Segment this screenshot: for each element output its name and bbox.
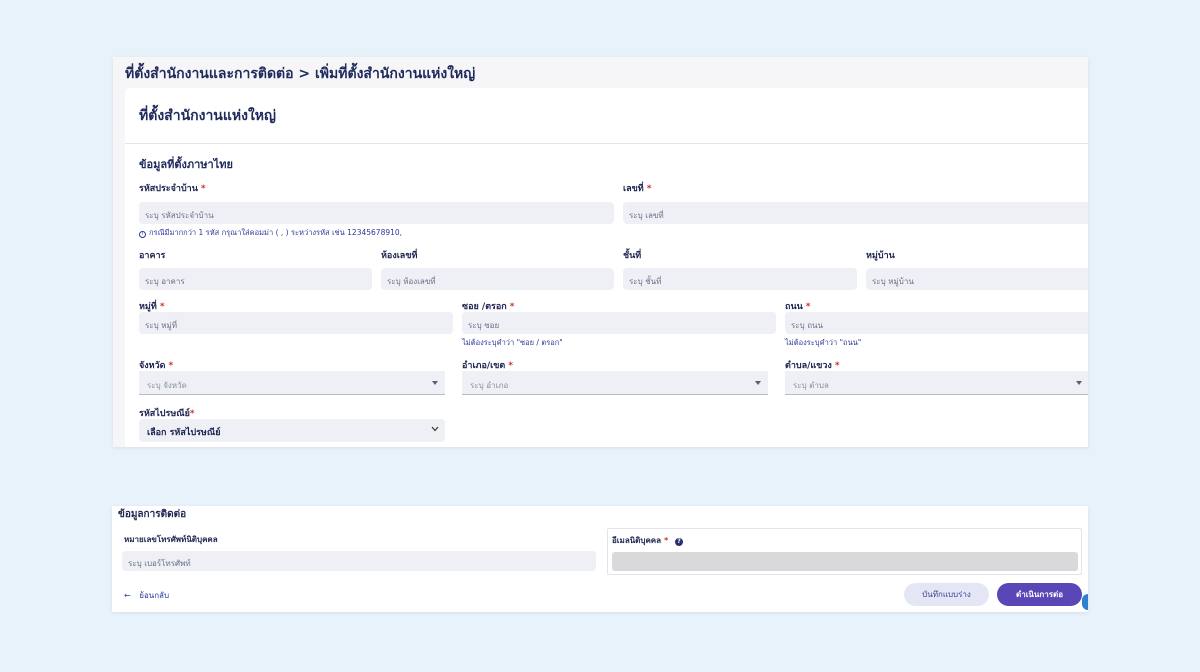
arrow-left-icon: ← [124,591,131,600]
moo-input[interactable]: ระบุ หมู่ที่ [139,312,453,334]
house-no-input[interactable]: ระบุ เลขที่ [623,202,1088,224]
floor-label: ชั้นที่ [623,251,642,261]
road-hint: ไม่ต้องระบุคำว่า "ถนน" [785,338,862,347]
address-card: ที่ตั้งสำนักงานและการติดต่อ > เพิ่มที่ตั… [113,57,1088,447]
room-no-input[interactable]: ระบุ ห้องเลขที่ [381,268,614,290]
email-input[interactable] [612,552,1078,571]
email-field-box: อีเมลนิติบุคคล * ? [607,528,1082,575]
house-code-hint: i กรณีมีมากกว่า 1 รหัส กรุณาใส่คอมม่า ( ,… [139,227,402,239]
room-no-label: ห้องเลขที่ [381,251,418,261]
breadcrumb: ที่ตั้งสำนักงานและการติดต่อ > เพิ่มที่ตั… [125,66,476,82]
soi-input[interactable]: ระบุ ซอย [462,312,776,334]
save-draft-button[interactable]: บันทึกแบบร่าง [904,583,989,606]
page-title: ที่ตั้งสำนักงานแห่งใหญ่ [139,108,276,124]
phone-label: หมายเลขโทรศัพท์นิติบุคคล [124,535,218,544]
postal-select[interactable]: เลือก รหัสไปรษณีย์ [139,419,445,442]
next-button[interactable]: ดำเนินการต่อ [997,583,1082,606]
address-form: ที่ตั้งสำนักงานแห่งใหญ่ ข้อมูลที่ตั้งภาษ… [125,88,1088,447]
soi-hint: ไม่ต้องระบุคำว่า "ซอย / ตรอก" [462,338,563,347]
building-input[interactable]: ระบุ อาคาร [139,268,372,290]
contact-section-title: ข้อมูลการติดต่อ [118,509,187,520]
village-input[interactable]: ระบุ หมู่บ้าน [866,268,1088,290]
postal-label: รหัสไปรษณีย์* [139,409,195,419]
info-icon: i [139,231,146,238]
building-label: อาคาร [139,251,166,261]
floor-input[interactable]: ระบุ ชั้นที่ [623,268,857,290]
dropdown-caret-icon [432,381,438,385]
road-input[interactable]: ระบุ ถนน [785,312,1088,334]
email-label: อีเมลนิติบุคคล * ? [612,534,684,547]
dropdown-caret-icon [1076,381,1082,385]
district-select[interactable]: ระบุ อำเภอ [462,371,768,395]
house-code-input[interactable]: ระบุ รหัสประจำบ้าน [139,202,614,224]
village-label: หมู่บ้าน [866,251,895,261]
moo-label: หมู่ที่ * [139,302,165,312]
back-button[interactable]: ← ย้อนกลับ [124,589,169,602]
contact-card: ข้อมูลการติดต่อ หมายเลขโทรศัพท์นิติบุคคล… [112,506,1088,612]
province-select[interactable]: ระบุ จังหวัด [139,371,445,395]
subdistrict-label: ตำบล/แขวง * [785,361,840,371]
chevron-down-icon [431,425,439,435]
subdistrict-select[interactable]: ระบุ ตำบล [785,371,1088,395]
road-label: ถนน * [785,302,811,312]
title-divider [125,143,1088,144]
house-no-label: เลขที่ * [623,184,652,194]
district-label: อำเภอ/เขต * [462,361,513,371]
section-title-thai: ข้อมูลที่ตั้งภาษาไทย [139,158,233,171]
side-widget[interactable] [1082,594,1088,610]
province-label: จังหวัด * [139,361,174,371]
house-code-label: รหัสประจำบ้าน * [139,184,206,194]
soi-label: ซอย /ตรอก * [462,302,515,312]
dropdown-caret-icon [755,381,761,385]
phone-input[interactable]: ระบุ เบอร์โทรศัพท์ [122,551,596,571]
help-icon[interactable]: ? [675,538,684,546]
